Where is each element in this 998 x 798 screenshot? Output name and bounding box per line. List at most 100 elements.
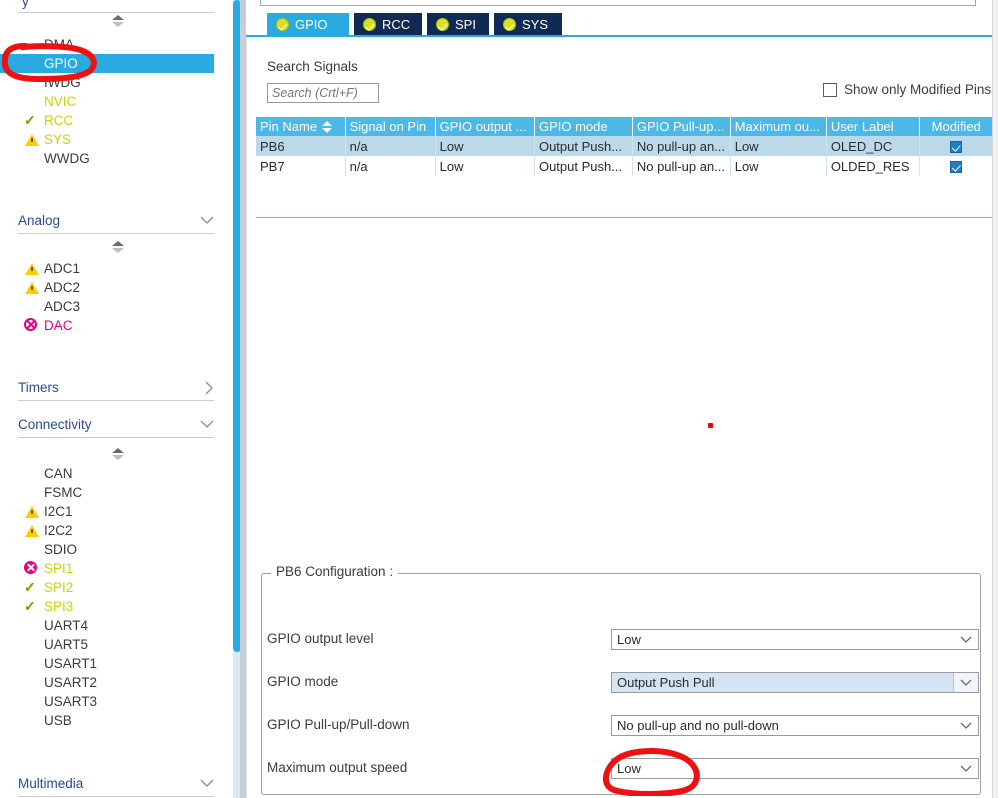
- pin-configuration-legend: PB6 Configuration :: [271, 564, 399, 579]
- table-cell[interactable]: OLED_DC: [826, 136, 921, 156]
- sidebar-item-wwdg[interactable]: WWDG: [22, 149, 214, 168]
- status-none-icon: [24, 466, 40, 481]
- sidebar-item-spi1[interactable]: SPI1: [22, 559, 214, 578]
- sidebar-item-spi2[interactable]: ✓ SPI2: [22, 578, 214, 597]
- column-header-label: User Label: [830, 119, 894, 134]
- checkbox-box-icon: [823, 82, 837, 97]
- modified-cell[interactable]: [919, 156, 992, 176]
- table-cell[interactable]: Low: [435, 156, 535, 176]
- sidebar-item-sys[interactable]: SYS: [22, 130, 214, 149]
- column-header-label: Signal on Pin: [349, 119, 427, 134]
- config-row: GPIO mode Output Push Pull: [267, 672, 979, 694]
- table-cell[interactable]: No pull-up an...: [632, 156, 731, 176]
- column-header-gpio-pull-up[interactable]: GPIO Pull-up...: [632, 117, 731, 136]
- dropdown-gpio-output-level[interactable]: Low: [611, 629, 979, 650]
- column-header-gpio-output[interactable]: GPIO output ...: [435, 117, 535, 136]
- table-cell[interactable]: PB7: [256, 156, 346, 176]
- sidebar-item-dma[interactable]: DMA: [22, 35, 214, 54]
- sidebar-section-analog[interactable]: Analog: [18, 208, 214, 234]
- column-header-signal-on-pin[interactable]: Signal on Pin: [345, 117, 436, 136]
- status-none-icon: [24, 637, 40, 652]
- table-cell[interactable]: n/a: [345, 136, 436, 156]
- sidebar-scroll-spinner[interactable]: [110, 14, 126, 28]
- sort-arrows-icon[interactable]: [322, 121, 333, 133]
- sidebar-item-iwdg[interactable]: IWDG: [22, 73, 214, 92]
- table-cell[interactable]: Low: [730, 136, 827, 156]
- dropdown-gpio-pull-up-pull-down[interactable]: No pull-up and no pull-down: [611, 715, 979, 736]
- sidebar-item-usart3[interactable]: USART3: [22, 692, 214, 711]
- sidebar-item-adc1[interactable]: ADC1: [22, 259, 214, 278]
- table-row[interactable]: PB7 n/a Low Output Push... No pull-up an... L…: [256, 156, 992, 176]
- sidebar-item-sdio[interactable]: SDIO: [22, 540, 214, 559]
- modified-cell[interactable]: [919, 136, 992, 156]
- sidebar-item-fsmc[interactable]: FSMC: [22, 483, 214, 502]
- column-header-label: GPIO output ...: [439, 119, 527, 134]
- search-input[interactable]: [267, 83, 379, 103]
- sidebar-item-dac[interactable]: DAC: [22, 316, 214, 335]
- pin-configuration-table[interactable]: Pin Name Signal on Pin GPIO output ... GPIO…: [256, 117, 992, 176]
- modified-checkbox-icon[interactable]: [950, 140, 963, 153]
- table-row[interactable]: PB6 n/a Low Output Push... No pull-up an... L…: [256, 136, 992, 156]
- sidebar-item-rcc[interactable]: ✓ RCC: [22, 111, 214, 130]
- table-cell[interactable]: OLDED_RES: [826, 156, 921, 176]
- sidebar-item-usb[interactable]: USB: [22, 711, 214, 730]
- sidebar-item-i2c1[interactable]: I2C1: [22, 502, 214, 521]
- main-vertical-scrollbar[interactable]: [992, 0, 998, 798]
- sidebar-item-can[interactable]: CAN: [22, 464, 214, 483]
- sidebar-item-label: ADC1: [44, 261, 81, 276]
- chevron-down-icon[interactable]: [954, 759, 978, 778]
- sidebar-item-usart2[interactable]: USART2: [22, 673, 214, 692]
- sidebar-section-connectivity[interactable]: Connectivity: [18, 412, 214, 438]
- sidebar-item-nvic[interactable]: NVIC: [22, 92, 214, 111]
- config-label: Maximum output speed: [267, 760, 408, 775]
- column-header-maximum-ou[interactable]: Maximum ou...: [730, 117, 827, 136]
- sidebar-item-adc2[interactable]: ADC2: [22, 278, 214, 297]
- tab-gpio[interactable]: GPIO: [267, 13, 349, 36]
- sidebar-scroll-spinner[interactable]: [110, 447, 126, 461]
- sidebar-item-uart4[interactable]: UART4: [22, 616, 214, 635]
- sidebar-item-uart5[interactable]: UART5: [22, 635, 214, 654]
- table-cell[interactable]: Low: [730, 156, 827, 176]
- sidebar-item-spi3[interactable]: ✓ SPI3: [22, 597, 214, 616]
- table-cell[interactable]: Low: [435, 136, 535, 156]
- dropdown-gpio-mode[interactable]: Output Push Pull: [611, 672, 979, 693]
- clipped-top-input[interactable]: [260, 0, 976, 6]
- table-cell[interactable]: n/a: [345, 156, 436, 176]
- status-none-icon: [24, 299, 40, 314]
- sidebar-item-i2c2[interactable]: I2C2: [22, 521, 214, 540]
- table-cell[interactable]: PB6: [256, 136, 346, 156]
- warning-triangle-icon: [24, 261, 40, 276]
- sidebar-section-label: Multimedia: [18, 776, 84, 791]
- table-cell[interactable]: Output Push...: [534, 136, 633, 156]
- chevron-down-icon[interactable]: [954, 630, 978, 649]
- chevron-down-icon[interactable]: [953, 673, 978, 692]
- sidebar-section-timers[interactable]: Timers: [18, 375, 214, 401]
- field-value: Low: [617, 632, 641, 647]
- table-cell[interactable]: No pull-up an...: [632, 136, 731, 156]
- status-none-icon: [24, 656, 40, 671]
- sidebar-item-usart1[interactable]: USART1: [22, 654, 214, 673]
- show-only-modified-pins-checkbox[interactable]: Show only Modified Pins: [823, 82, 991, 97]
- tab-spi[interactable]: SPI: [427, 13, 489, 36]
- table-header-row: Pin Name Signal on Pin GPIO output ... GPIO…: [256, 117, 992, 136]
- search-signals-label: Search Signals: [267, 59, 358, 74]
- config-row: GPIO output level Low: [267, 629, 979, 651]
- sidebar-section-multimedia[interactable]: Multimedia: [18, 771, 214, 797]
- column-header-pin-name[interactable]: Pin Name: [256, 117, 346, 136]
- chevron-down-icon[interactable]: [954, 716, 978, 735]
- dropdown-maximum-output-speed[interactable]: Low: [611, 758, 979, 779]
- sidebar-item-label: USART2: [44, 675, 98, 690]
- check-circle-icon: [276, 18, 289, 31]
- tab-rcc[interactable]: RCC: [354, 13, 422, 36]
- column-header-modified[interactable]: Modified: [919, 117, 992, 136]
- sidebar-item-gpio[interactable]: GPIO: [0, 54, 214, 73]
- check-icon: ✓: [24, 579, 36, 595]
- table-cell[interactable]: Output Push...: [534, 156, 633, 176]
- column-header-label: Maximum ou...: [734, 119, 820, 134]
- sidebar-item-adc3[interactable]: ADC3: [22, 297, 214, 316]
- modified-checkbox-icon[interactable]: [950, 160, 963, 173]
- tab-sys[interactable]: SYS: [494, 13, 562, 36]
- sidebar-scroll-spinner[interactable]: [110, 240, 126, 254]
- column-header-user-label[interactable]: User Label: [826, 117, 921, 136]
- column-header-gpio-mode[interactable]: GPIO mode: [534, 117, 633, 136]
